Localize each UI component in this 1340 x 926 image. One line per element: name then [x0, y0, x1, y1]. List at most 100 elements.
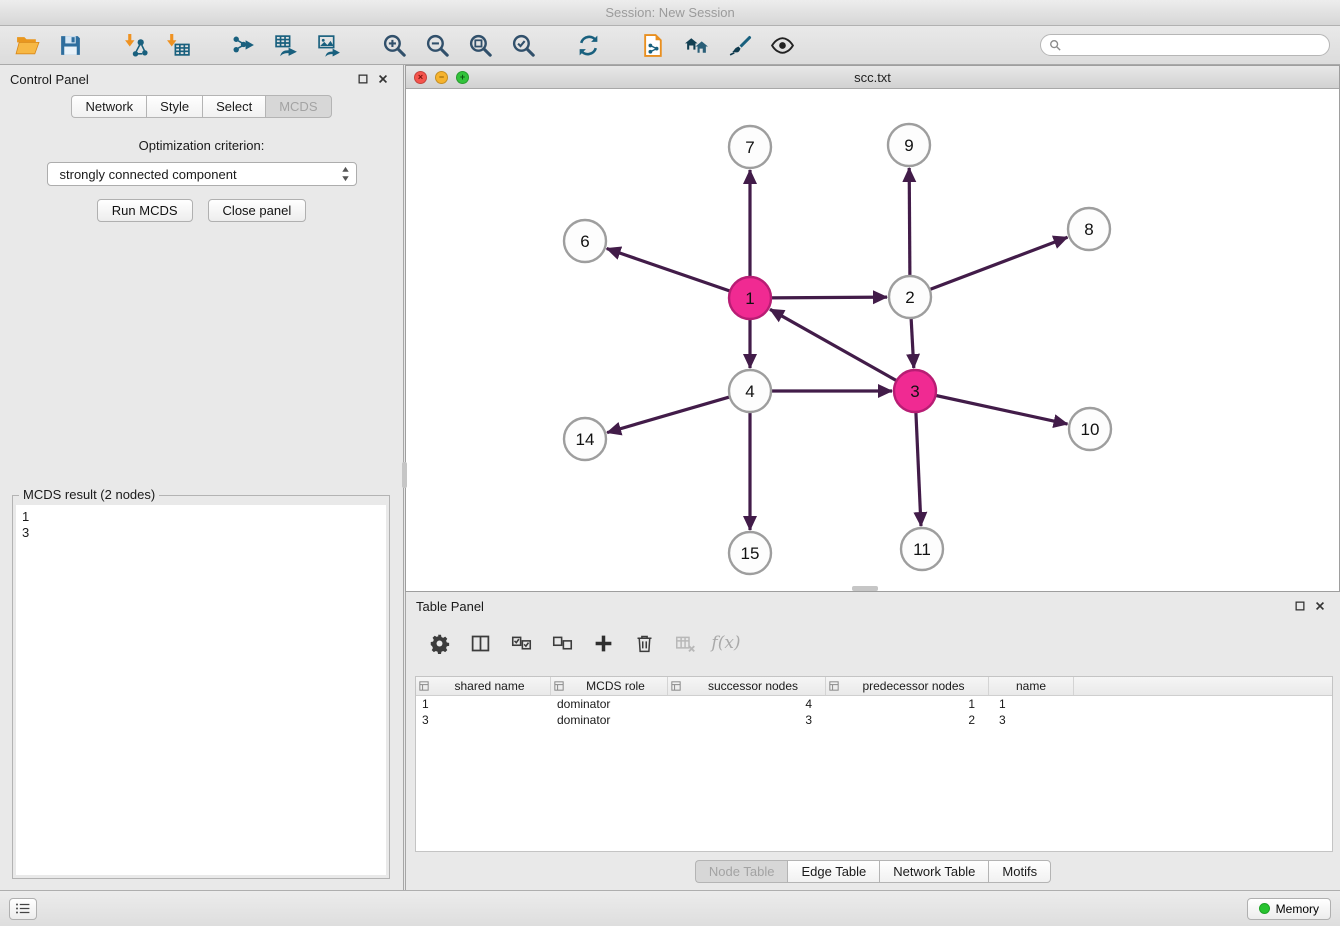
column-header-name[interactable]: name [989, 677, 1074, 695]
tab-style[interactable]: Style [146, 95, 202, 118]
export-network-button[interactable] [226, 30, 260, 60]
graph-node-4[interactable]: 4 [729, 370, 771, 412]
graph-edge-2-9[interactable] [909, 168, 910, 278]
maximize-window-button[interactable]: + [456, 71, 469, 84]
export-network-icon [231, 33, 256, 58]
mcds-result-list[interactable]: 1 3 [16, 505, 386, 875]
graph-node-label: 7 [745, 138, 754, 157]
tab-edge-table[interactable]: Edge Table [787, 860, 879, 883]
column-header-shared-name[interactable]: shared name [416, 677, 551, 695]
first-neighbors-button[interactable] [679, 30, 713, 60]
close-table-panel-button[interactable] [1310, 597, 1330, 615]
graph-node-1[interactable]: 1 [729, 277, 771, 319]
graph-edge-4-14[interactable] [607, 396, 732, 432]
import-table-button[interactable] [161, 30, 195, 60]
graph-edge-2-3[interactable] [911, 316, 914, 368]
add-row-button[interactable] [590, 630, 616, 656]
zoom-fit-button[interactable] [463, 30, 497, 60]
tab-mcds[interactable]: MCDS [265, 95, 331, 118]
graph-node-15[interactable]: 15 [729, 532, 771, 574]
cell-successor-nodes[interactable]: 4 [668, 697, 826, 711]
graph-node-11[interactable]: 11 [901, 528, 943, 570]
network-search-box[interactable] [1040, 34, 1330, 56]
column-header-mcds-role[interactable]: MCDS role [551, 677, 668, 695]
graph-node-6[interactable]: 6 [564, 220, 606, 262]
graph-node-3[interactable]: 3 [894, 370, 936, 412]
graph-node-label: 10 [1081, 420, 1100, 439]
close-icon [1314, 600, 1326, 612]
cell-mcds-role[interactable]: dominator [551, 713, 668, 727]
zoom-selected-button[interactable] [506, 30, 540, 60]
delete-table-button[interactable] [672, 630, 698, 656]
tab-select[interactable]: Select [202, 95, 265, 118]
graph-node-14[interactable]: 14 [564, 418, 606, 460]
close-window-button[interactable]: × [414, 71, 427, 84]
refresh-view-button[interactable] [571, 30, 605, 60]
minimize-window-button[interactable]: − [435, 71, 448, 84]
zoom-in-button[interactable] [377, 30, 411, 60]
tab-motifs[interactable]: Motifs [988, 860, 1051, 883]
cell-successor-nodes[interactable]: 3 [668, 713, 826, 727]
graph-edge-1-6[interactable] [607, 249, 732, 292]
mcds-result-box: MCDS result (2 nodes) 1 3 [12, 495, 390, 879]
save-floppy-icon [58, 33, 83, 58]
control-panel: Control Panel Network Style Select MCDS … [0, 65, 404, 890]
cell-predecessor-nodes[interactable]: 1 [826, 697, 989, 711]
cell-name[interactable]: 1 [989, 697, 1074, 711]
graph-edge-1-2[interactable] [769, 297, 887, 298]
export-image-button[interactable] [312, 30, 346, 60]
table-settings-button[interactable] [426, 630, 452, 656]
cell-mcds-role[interactable]: dominator [551, 697, 668, 711]
search-input[interactable] [1066, 38, 1321, 52]
graph-node-2[interactable]: 2 [889, 276, 931, 318]
show-hide-button[interactable] [765, 30, 799, 60]
run-mcds-button[interactable]: Run MCDS [97, 199, 193, 222]
graph-edge-3-11[interactable] [916, 410, 921, 526]
mcds-result-title: MCDS result (2 nodes) [19, 487, 159, 502]
float-table-panel-button[interactable] [1290, 597, 1310, 615]
save-session-button[interactable] [53, 30, 87, 60]
column-type-icon [554, 681, 564, 691]
memory-button[interactable]: Memory [1247, 898, 1331, 920]
graph-edge-3-10[interactable] [934, 395, 1068, 424]
import-network-button[interactable] [118, 30, 152, 60]
cell-name[interactable]: 3 [989, 713, 1074, 727]
cell-shared-name[interactable]: 1 [416, 697, 551, 711]
vertical-splitter-handle[interactable] [402, 462, 407, 488]
export-table-button[interactable] [269, 30, 303, 60]
graph-node-10[interactable]: 10 [1069, 408, 1111, 450]
network-window-title: scc.txt [406, 70, 1339, 85]
column-header-predecessor-nodes[interactable]: predecessor nodes [826, 677, 989, 695]
float-panel-button[interactable] [353, 70, 373, 88]
function-builder-button[interactable]: f(x) [713, 630, 739, 656]
open-session-button[interactable] [10, 30, 44, 60]
tab-network[interactable]: Network [71, 95, 146, 118]
network-snapshot-button[interactable] [636, 30, 670, 60]
task-history-button[interactable] [9, 898, 37, 920]
select-all-columns-button[interactable] [508, 630, 534, 656]
horizontal-splitter-handle[interactable] [852, 586, 878, 591]
column-header-successor-nodes[interactable]: successor nodes [668, 677, 826, 695]
table-row[interactable]: 1 dominator 4 1 1 [416, 696, 1332, 712]
graph-edge-3-1[interactable] [770, 309, 898, 381]
tab-network-table[interactable]: Network Table [879, 860, 988, 883]
graph-node-9[interactable]: 9 [888, 124, 930, 166]
graph-edge-2-8[interactable] [928, 237, 1068, 290]
close-panel-button[interactable] [373, 70, 393, 88]
show-columns-button[interactable] [467, 630, 493, 656]
list-icon [15, 902, 31, 915]
graph-node-label: 11 [913, 540, 931, 559]
cell-predecessor-nodes[interactable]: 2 [826, 713, 989, 727]
cell-shared-name[interactable]: 3 [416, 713, 551, 727]
deselect-all-columns-button[interactable] [549, 630, 575, 656]
graph-node-7[interactable]: 7 [729, 126, 771, 168]
close-mcds-panel-button[interactable]: Close panel [208, 199, 307, 222]
tab-node-table[interactable]: Node Table [695, 860, 788, 883]
network-canvas[interactable]: 7 9 6 8 1 2 4 3 14 10 15 11 [406, 89, 1339, 591]
table-row[interactable]: 3 dominator 3 2 3 [416, 712, 1332, 728]
graph-node-8[interactable]: 8 [1068, 208, 1110, 250]
optimization-criterion-select[interactable]: strongly connected component [47, 162, 357, 186]
delete-row-button[interactable] [631, 630, 657, 656]
zoom-out-button[interactable] [420, 30, 454, 60]
apply-style-button[interactable] [722, 30, 756, 60]
